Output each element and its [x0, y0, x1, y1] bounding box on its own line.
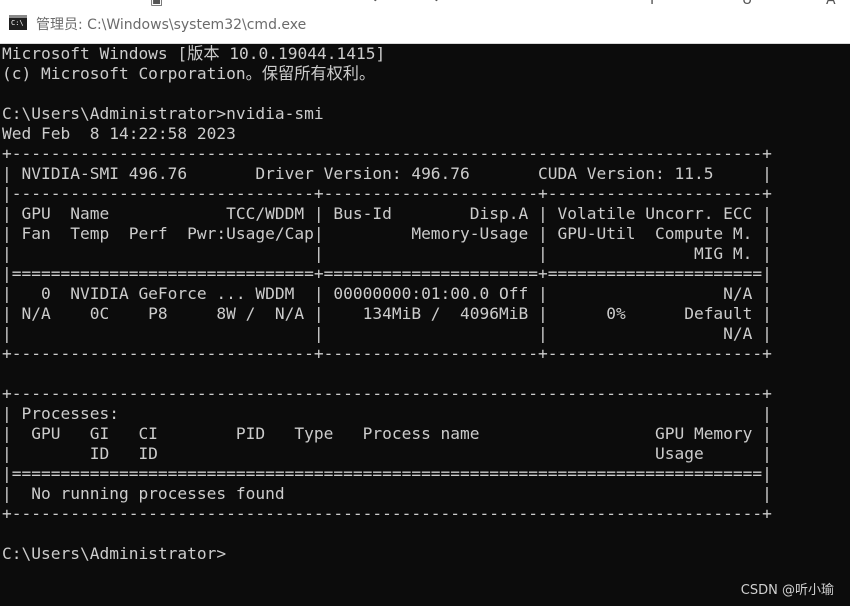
console-line: (c) Microsoft Corporation。保留所有权利。 — [2, 64, 376, 83]
cmd-icon: C:\ — [9, 15, 27, 30]
background-window-fragments: ▣ ↶ ↷ P U A — [0, 0, 850, 8]
background-window-icon: ↶ — [372, 0, 384, 8]
console-line: | Fan Temp Perf Pwr:Usage/Cap| Memory-Us… — [2, 224, 772, 243]
console-line: | ID ID Usage | — [2, 444, 772, 463]
console-line: | 0 NVIDIA GeForce ... WDDM | 00000000:0… — [2, 284, 772, 303]
console-output[interactable]: Microsoft Windows [版本 10.0.19044.1415] (c… — [2, 44, 848, 564]
console-line: +---------------------------------------… — [2, 144, 772, 163]
console-line: | Processes: | — [2, 404, 772, 423]
console-line: Microsoft Windows [版本 10.0.19044.1415] — [2, 44, 386, 63]
console-line: +-------------------------------+-------… — [2, 344, 772, 363]
console-line: Wed Feb 8 14:22:58 2023 — [2, 124, 236, 143]
console-line: | | | N/A | — [2, 324, 772, 343]
title-bar[interactable]: ▣ ↶ ↷ P U A C:\ 管理员: C:\Windows\system32… — [0, 0, 850, 44]
watermark: CSDN @听小瑜 — [740, 583, 834, 598]
background-window-icon: U — [742, 0, 753, 8]
console-line: | GPU GI CI PID Type Process name GPU Me… — [2, 424, 772, 443]
cmd-window: ▣ ↶ ↷ P U A C:\ 管理员: C:\Windows\system32… — [0, 0, 850, 606]
background-window-icon: ↷ — [428, 0, 440, 8]
console-line: C:\Users\Administrator> — [2, 544, 227, 563]
console-line: |=======================================… — [2, 464, 772, 483]
console-line: |-------------------------------+-------… — [2, 184, 772, 203]
console-line: |===============================+=======… — [2, 264, 772, 283]
console-line: C:\Users\Administrator>nvidia-smi — [2, 104, 324, 123]
console-line: | GPU Name TCC/WDDM | Bus-Id Disp.A | Vo… — [2, 204, 772, 223]
console-line: | N/A 0C P8 8W / N/A | 134MiB / 4096MiB … — [2, 304, 772, 323]
window-title: 管理员: C:\Windows\system32\cmd.exe — [36, 17, 307, 33]
background-window-icon: P — [650, 0, 659, 8]
background-window-icon: A — [826, 0, 836, 8]
console-line: | NVIDIA-SMI 496.76 Driver Version: 496.… — [2, 164, 772, 183]
background-window-icon: ▣ — [150, 0, 164, 8]
console-line: +---------------------------------------… — [2, 504, 772, 523]
console-line: +---------------------------------------… — [2, 384, 772, 403]
console-line: | | | MIG M. | — [2, 244, 772, 263]
console-line: | No running processes found | — [2, 484, 772, 503]
